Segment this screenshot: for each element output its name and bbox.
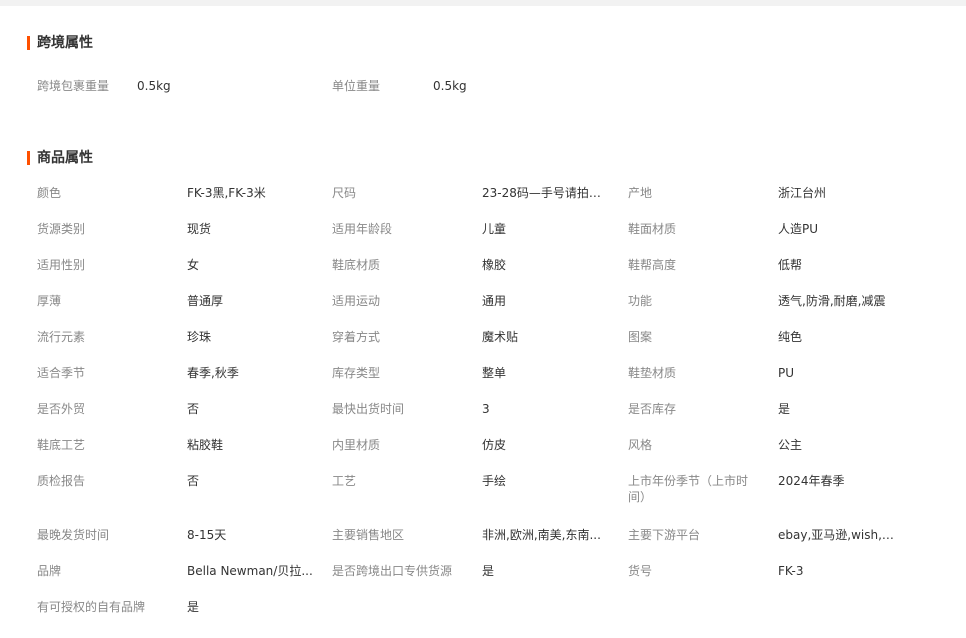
attribute-value: 魔术贴	[482, 330, 519, 344]
section-accent-bar	[27, 151, 30, 165]
attribute-label: 穿着方式	[332, 330, 381, 344]
attribute-label: 适用年龄段	[332, 222, 393, 236]
attribute-value: 橡胶	[482, 258, 507, 272]
attribute-label: 工艺	[332, 474, 357, 488]
attribute-label: 尺码	[332, 186, 357, 200]
attribute-value: 8-15天	[187, 528, 227, 542]
attribute-label: 鞋面材质	[628, 222, 677, 236]
attribute-value: 女	[187, 258, 200, 272]
attribute-label: 货号	[628, 564, 653, 578]
attribute-value: 手绘	[482, 474, 507, 488]
attribute-label: 内里材质	[332, 438, 381, 452]
attribute-label: 适用运动	[332, 294, 381, 308]
attribute-value: 2024年春季	[778, 474, 845, 488]
attribute-label: 鞋垫材质	[628, 366, 677, 380]
attribute-value: 非洲,欧洲,南美,东南...	[482, 528, 601, 542]
section-accent-bar	[27, 36, 30, 50]
attribute-value: 透气,防滑,耐磨,减震	[778, 294, 886, 308]
attribute-label: 厚薄	[37, 294, 62, 308]
attribute-value: 否	[187, 402, 200, 416]
section-title-text: 跨境属性	[37, 35, 93, 51]
attribute-label: 鞋帮高度	[628, 258, 677, 272]
attribute-value: 浙江台州	[778, 186, 827, 200]
attribute-value: 整单	[482, 366, 507, 380]
attribute-value: 儿童	[482, 222, 507, 236]
attribute-value: 人造PU	[778, 222, 819, 236]
attribute-label: 流行元素	[37, 330, 86, 344]
attribute-label: 适合季节	[37, 366, 86, 380]
attribute-value: 0.5kg	[137, 79, 171, 93]
product-section-title: 商品属性	[27, 150, 93, 166]
attribute-label: 跨境包裹重量	[37, 79, 110, 93]
attribute-value: 是	[778, 402, 791, 416]
attribute-label: 上市年份季节（上市时间）	[628, 474, 749, 504]
attribute-label: 产地	[628, 186, 653, 200]
cross-border-section-title: 跨境属性	[27, 35, 93, 51]
attribute-label: 质检报告	[37, 474, 86, 488]
attribute-value: FK-3	[778, 564, 804, 578]
attribute-value: 公主	[778, 438, 803, 452]
attribute-value: ebay,亚马逊,wish,速...	[778, 528, 898, 542]
top-divider-strip	[0, 0, 966, 6]
attribute-label: 货源类别	[37, 222, 86, 236]
attribute-label: 图案	[628, 330, 653, 344]
attribute-label: 库存类型	[332, 366, 381, 380]
attribute-label: 适用性别	[37, 258, 86, 272]
attribute-value: FK-3黑,FK-3米	[187, 186, 266, 200]
attribute-label: 是否库存	[628, 402, 677, 416]
attribute-value: 纯色	[778, 330, 803, 344]
attribute-label: 颜色	[37, 186, 62, 200]
attribute-value: 0.5kg	[433, 79, 467, 93]
attribute-value: 3	[482, 402, 490, 416]
attribute-value: 现货	[187, 222, 212, 236]
attribute-label: 鞋底材质	[332, 258, 381, 272]
attribute-value: 普通厚	[187, 294, 224, 308]
attribute-label: 功能	[628, 294, 653, 308]
attribute-value: 否	[187, 474, 200, 488]
attribute-label: 是否跨境出口专供货源	[332, 564, 453, 578]
attribute-label: 最快出货时间	[332, 402, 405, 416]
attribute-value: 仿皮	[482, 438, 507, 452]
attribute-label: 主要下游平台	[628, 528, 701, 542]
attribute-label: 有可授权的自有品牌	[37, 600, 146, 614]
attribute-label: 鞋底工艺	[37, 438, 86, 452]
attribute-value: 低帮	[778, 258, 803, 272]
attribute-label: 是否外贸	[37, 402, 86, 416]
attribute-value: PU	[778, 366, 795, 380]
attribute-label: 风格	[628, 438, 653, 452]
attribute-label: 品牌	[37, 564, 62, 578]
attribute-label: 单位重量	[332, 79, 381, 93]
attribute-value: 珍珠	[187, 330, 212, 344]
attribute-value: Bella Newman/贝拉...	[187, 564, 313, 578]
attribute-value: 23-28码—手号请拍6...	[482, 186, 602, 200]
attribute-value: 是	[187, 600, 200, 614]
section-title-text: 商品属性	[37, 150, 93, 166]
attribute-value: 通用	[482, 294, 507, 308]
attribute-value: 粘胶鞋	[187, 438, 224, 452]
attribute-value: 是	[482, 564, 495, 578]
attribute-label: 最晚发货时间	[37, 528, 110, 542]
attribute-value: 春季,秋季	[187, 366, 239, 380]
attribute-label: 主要销售地区	[332, 528, 405, 542]
